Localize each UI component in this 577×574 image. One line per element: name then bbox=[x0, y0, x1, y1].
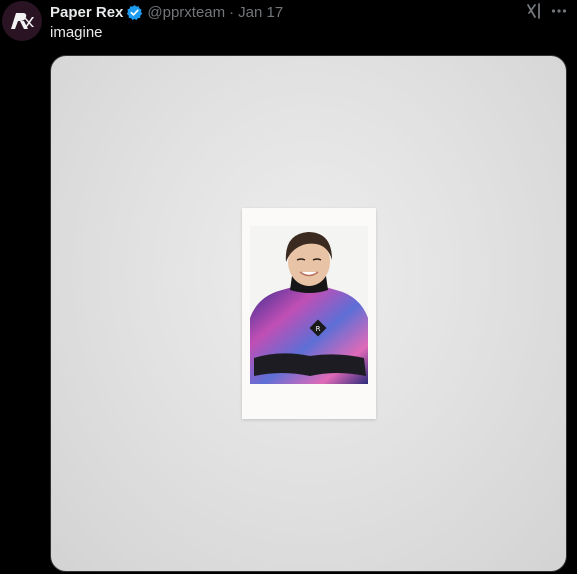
tweet-header: Paper Rex @pprxteam · Jan 17 bbox=[50, 2, 283, 22]
paper-rex-logo-icon bbox=[11, 13, 34, 29]
avatar[interactable] bbox=[2, 1, 42, 41]
separator-dot: · bbox=[229, 3, 235, 21]
polaroid-photo: R bbox=[242, 208, 376, 419]
author-name[interactable]: Paper Rex bbox=[50, 4, 123, 21]
more-icon bbox=[551, 9, 567, 13]
grok-button[interactable] bbox=[523, 0, 545, 22]
grok-icon bbox=[527, 3, 540, 19]
author-handle[interactable]: @pprxteam bbox=[147, 4, 225, 21]
player-photo: R bbox=[250, 226, 368, 384]
tweet-date[interactable]: Jan 17 bbox=[238, 4, 283, 21]
tweet[interactable]: Paper Rex @pprxteam · Jan 17 imagine R bbox=[0, 0, 577, 574]
verified-badge-icon bbox=[126, 4, 143, 21]
more-button[interactable] bbox=[548, 0, 570, 22]
tweet-text: imagine bbox=[50, 24, 103, 41]
svg-text:R: R bbox=[316, 325, 321, 333]
tweet-media[interactable]: R bbox=[50, 55, 567, 572]
